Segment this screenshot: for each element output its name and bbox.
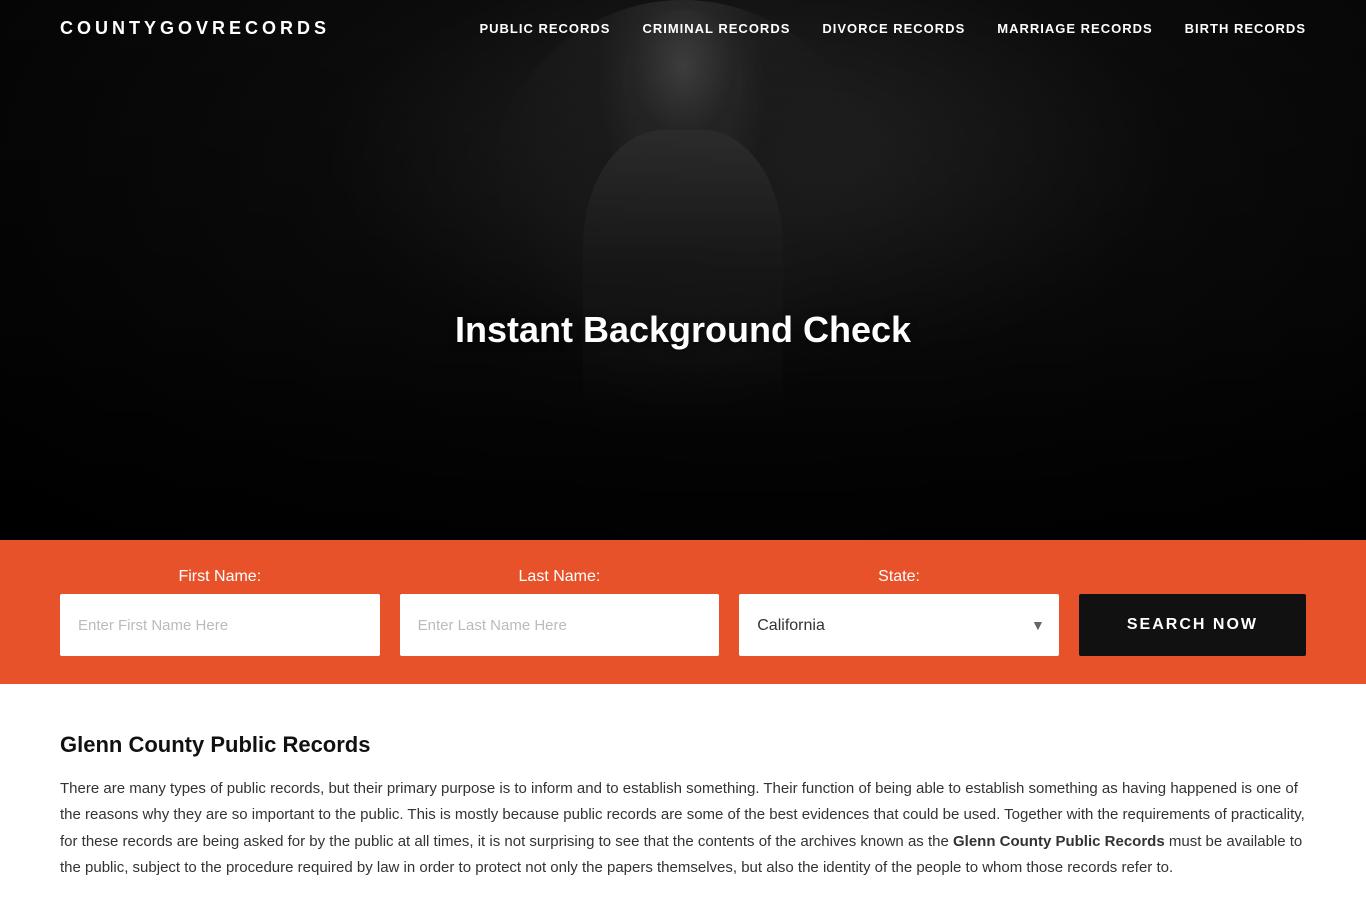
hero-overlay xyxy=(0,0,1366,540)
main-nav: PUBLIC RECORDS CRIMINAL RECORDS DIVORCE … xyxy=(479,21,1306,36)
nav-marriage-records[interactable]: MARRIAGE RECORDS xyxy=(997,21,1152,36)
state-label: State: xyxy=(739,568,1059,586)
last-name-field: Last Name: xyxy=(400,568,720,656)
nav-criminal-records[interactable]: CRIMINAL RECORDS xyxy=(642,21,790,36)
site-header: COUNTYGOVRECORDS PUBLIC RECORDS CRIMINAL… xyxy=(0,0,1366,57)
content-paragraph-bold: Glenn County Public Records xyxy=(953,833,1165,850)
first-name-field: First Name: xyxy=(60,568,380,656)
site-logo[interactable]: COUNTYGOVRECORDS xyxy=(60,18,330,39)
nav-public-records[interactable]: PUBLIC RECORDS xyxy=(479,21,610,36)
hero-section: Instant Background Check xyxy=(0,0,1366,540)
last-name-label: Last Name: xyxy=(400,568,720,586)
search-bar: First Name: Last Name: State: AlabamaAla… xyxy=(0,540,1366,684)
content-heading: Glenn County Public Records xyxy=(60,732,1306,758)
search-now-button[interactable]: SEARCH NOW xyxy=(1079,594,1306,656)
first-name-label: First Name: xyxy=(60,568,380,586)
state-select-wrapper: AlabamaAlaskaArizonaArkansasCaliforniaCo… xyxy=(739,594,1059,656)
state-select[interactable]: AlabamaAlaskaArizonaArkansasCaliforniaCo… xyxy=(739,594,1059,656)
nav-divorce-records[interactable]: DIVORCE RECORDS xyxy=(822,21,965,36)
state-field: State: AlabamaAlaskaArizonaArkansasCalif… xyxy=(739,568,1059,656)
hero-title: Instant Background Check xyxy=(455,309,911,351)
first-name-input[interactable] xyxy=(60,594,380,656)
content-paragraph: There are many types of public records, … xyxy=(60,776,1306,881)
content-section: Glenn County Public Records There are ma… xyxy=(0,684,1366,921)
nav-birth-records[interactable]: BIRTH RECORDS xyxy=(1185,21,1306,36)
last-name-input[interactable] xyxy=(400,594,720,656)
